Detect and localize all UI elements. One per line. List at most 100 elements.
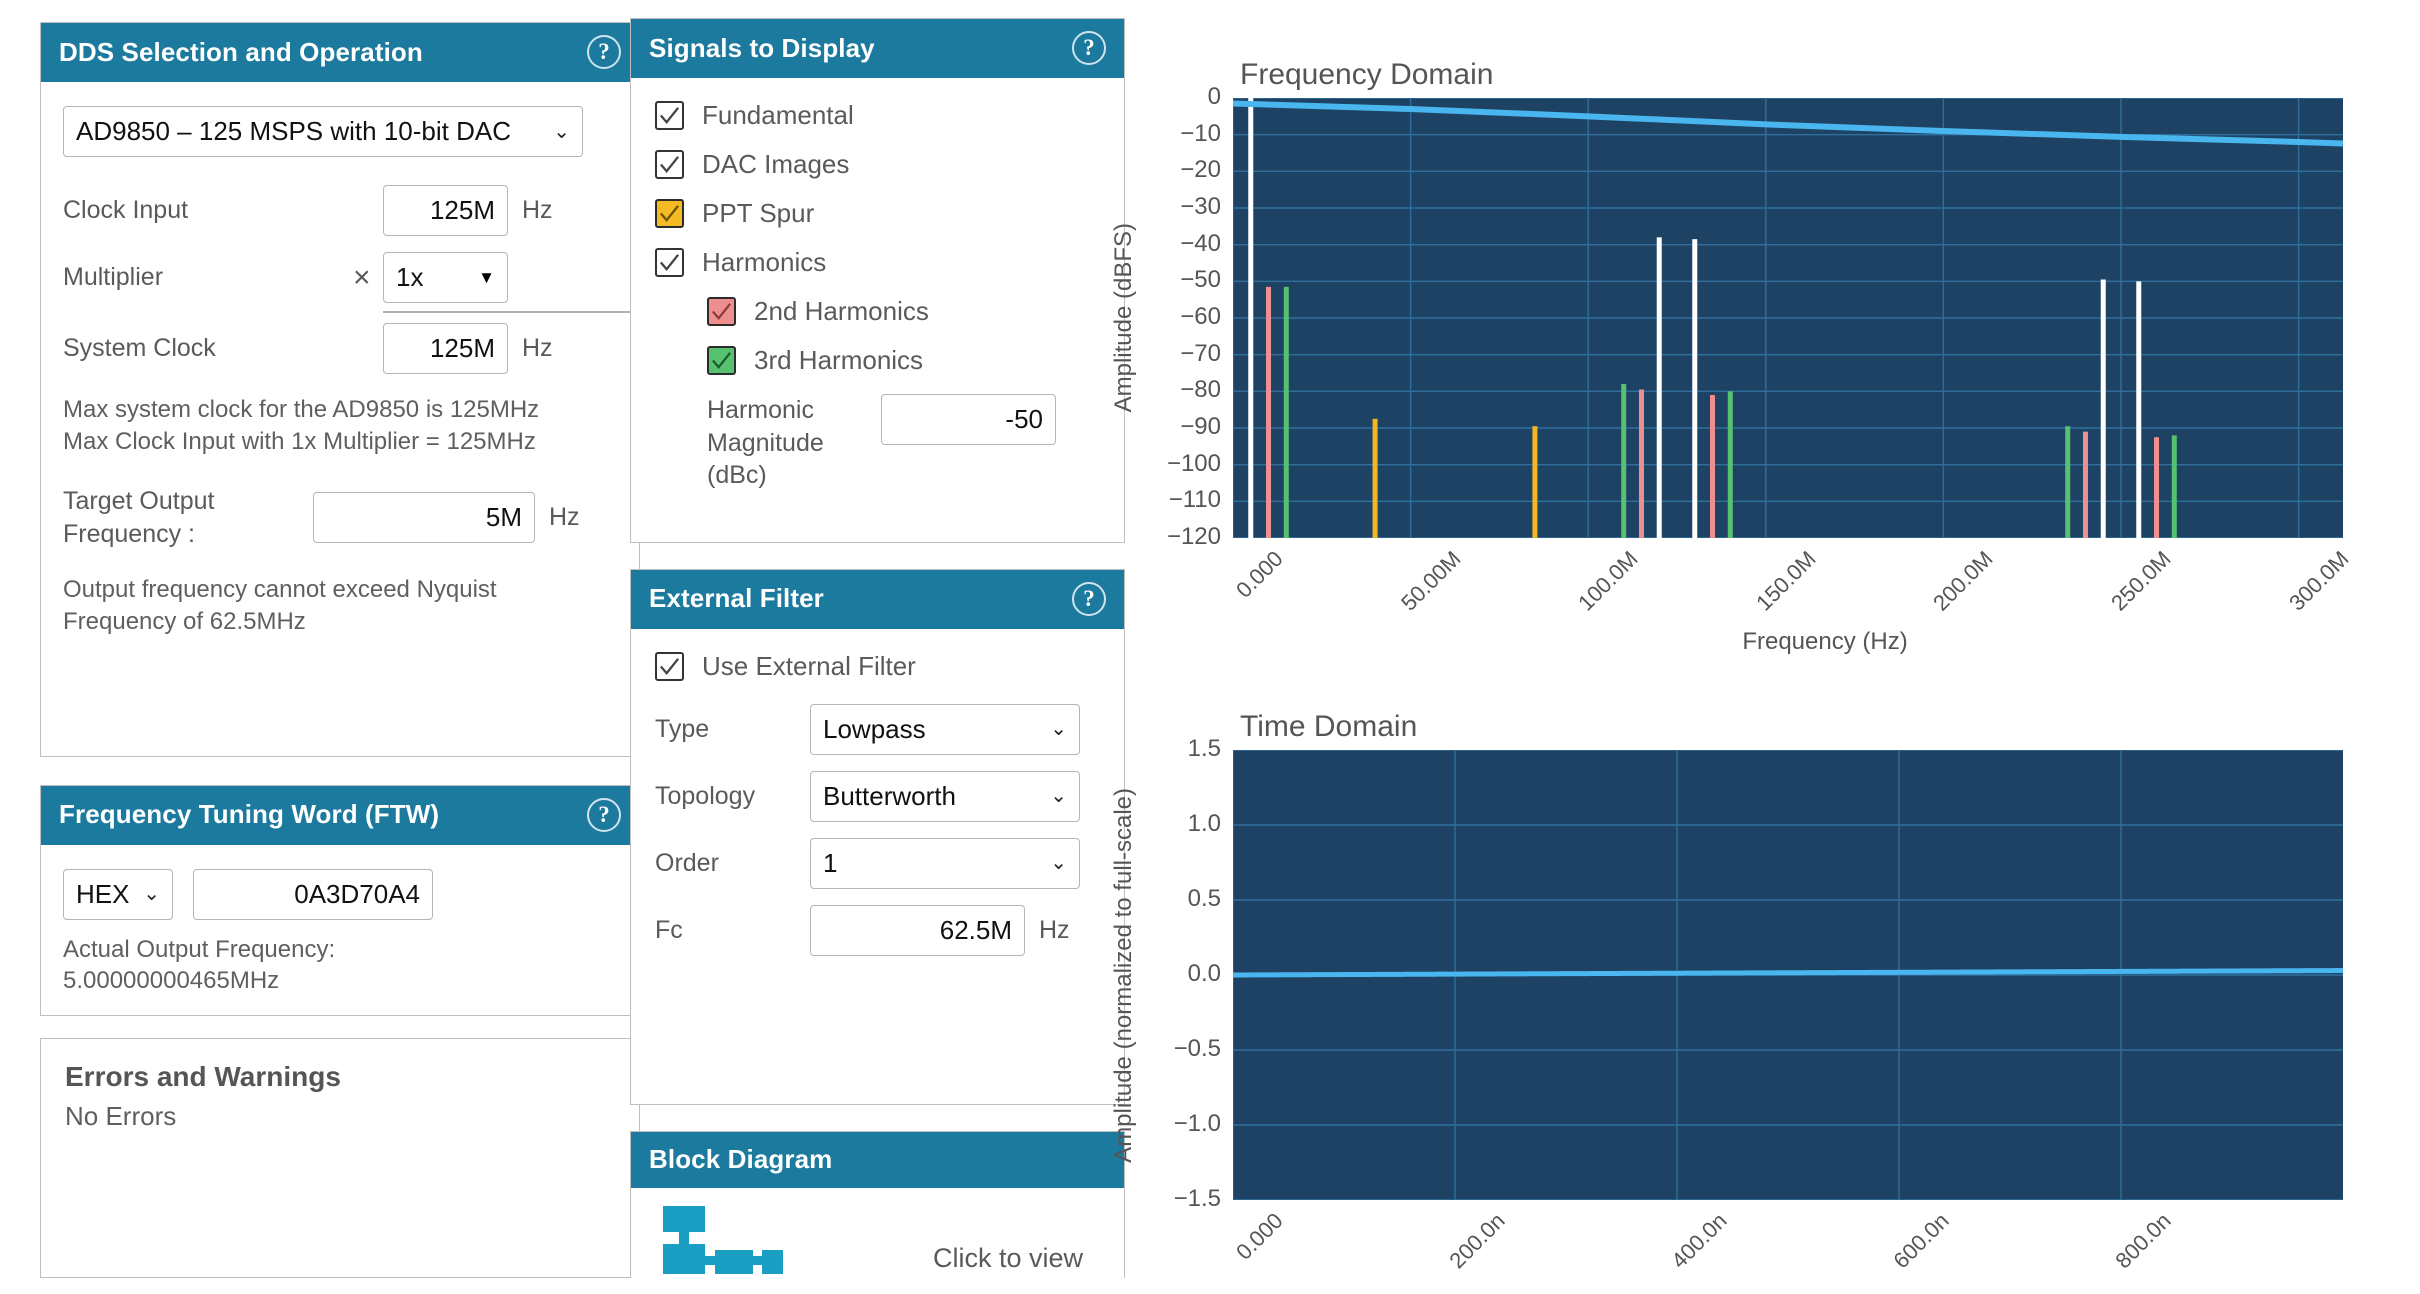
checkbox-3rd-harmonics[interactable]: [707, 346, 736, 375]
plots-column: Frequency Domain Amplitude (dBFS) 0 −10 −2…: [1100, 0, 2420, 1294]
multiplier-value: 1x: [396, 262, 424, 292]
time-domain-chart: Time Domain Amplitude (normalized to ful…: [1110, 710, 2380, 1280]
signal-item-ppt-spur[interactable]: PPT Spur: [655, 198, 1102, 229]
max-clock-input-note: Max Clock Input with 1x Multiplier = 125…: [63, 427, 536, 455]
ftw-panel-title: Frequency Tuning Word (FTW): [59, 799, 440, 830]
filter-topology-select[interactable]: Butterworth ⌄: [810, 770, 1080, 822]
ftw-radix-select[interactable]: HEX ⌄: [63, 868, 173, 920]
checkbox-use-external-filter[interactable]: [655, 651, 684, 681]
spectral-line: [1656, 237, 1662, 538]
checkbox-ppt-spur[interactable]: [655, 199, 684, 228]
frequency-domain-xticks: 0.000 50.00M 100.0M 150.0M 200.0M 250.0M 300.0…: [1231, 538, 2380, 628]
spectral-line: [1248, 98, 1254, 538]
signal-item-2nd-harmonics[interactable]: 2nd Harmonics: [707, 296, 1102, 327]
y-tick-label: −80: [1180, 376, 1221, 404]
signals-panel: Signals to Display ? Fundamental DAC Ima…: [630, 18, 1125, 543]
signal-label-harmonics: Harmonics: [702, 247, 827, 277]
filter-topology-row: Topology Butterworth ⌄: [655, 770, 1102, 822]
system-clock-field[interactable]: 125M: [383, 323, 508, 374]
multiplier-label: Multiplier: [63, 263, 164, 291]
time-domain-plot-area: [1233, 750, 2343, 1200]
y-tick-label: −1.5: [1173, 1185, 1221, 1212]
clock-input-field[interactable]: 125M: [383, 185, 508, 236]
dds-panel-title: DDS Selection and Operation: [59, 36, 423, 67]
device-select[interactable]: AD9850 – 125 MSPS with 10-bit DAC ⌄: [63, 106, 583, 157]
clock-input-unit: Hz: [522, 196, 553, 224]
harmonic-magnitude-field[interactable]: -50: [881, 394, 1056, 445]
y-tick-label: −20: [1180, 156, 1221, 184]
y-tick-label: −1.0: [1173, 1110, 1221, 1137]
spectral-line: [2154, 437, 2160, 538]
nyquist-note: Output frequency cannot exceed Nyquist F…: [63, 576, 497, 636]
external-filter-panel: External Filter ? Use External Filter Ty…: [630, 568, 1125, 1105]
harmonic-magnitude-row: Harmonic Magnitude (dBc) -50: [707, 394, 1102, 492]
spectral-line: [1638, 389, 1644, 538]
y-tick-label: 1.5: [1187, 735, 1221, 762]
errors-message: No Errors: [65, 1101, 177, 1132]
ftw-panel-header: Frequency Tuning Word (FTW) ?: [41, 785, 639, 845]
spectral-line: [1727, 391, 1733, 538]
checkbox-2nd-harmonics[interactable]: [707, 297, 736, 326]
chevron-down-icon: ⌄: [1050, 852, 1067, 874]
spectral-line: [1372, 418, 1378, 538]
x-tick-label: 0.000: [1231, 546, 1288, 603]
errors-panel: Errors and Warnings No Errors: [40, 1038, 640, 1279]
filter-order-value: 1: [823, 847, 838, 878]
spectral-line: [1710, 395, 1716, 538]
time-domain-ylabel: Amplitude (normalized to full-scale): [1110, 787, 1137, 1163]
signals-panel-header: Signals to Display ?: [631, 19, 1124, 78]
signal-item-fundamental[interactable]: Fundamental: [655, 100, 1102, 131]
actual-frequency-value: 5.00000000465MHz: [63, 967, 280, 995]
signal-label-2nd-harmonics: 2nd Harmonics: [754, 296, 929, 326]
y-tick-label: −30: [1180, 193, 1221, 220]
signal-item-3rd-harmonics[interactable]: 3rd Harmonics: [707, 345, 1102, 376]
signal-label-ppt-spur: PPT Spur: [702, 198, 815, 228]
time-domain-yticks: 1.5 1.0 0.5 0.0 −0.5 −1.0 −1.5: [1138, 735, 1233, 1212]
filter-fc-unit: Hz: [1039, 915, 1070, 944]
chevron-down-icon: ⌄: [1050, 785, 1067, 807]
block-diagram-title: Block Diagram: [649, 1143, 833, 1174]
frequency-domain-yticks: 0 −10 −20 −30 −40 −50 −60 −70 −80 −90 −100 −110 −120: [1138, 83, 1233, 550]
chevron-down-icon: ⌄: [553, 120, 570, 143]
filter-order-row: Order 1 ⌄: [655, 837, 1102, 889]
target-frequency-field[interactable]: 5M: [313, 492, 535, 544]
multiply-symbol-icon: ×: [353, 260, 371, 294]
checkbox-dac-images[interactable]: [655, 150, 684, 179]
filter-type-select[interactable]: Lowpass ⌄: [810, 703, 1080, 755]
ftw-radix-value: HEX: [76, 878, 130, 909]
filter-type-row: Type Lowpass ⌄: [655, 703, 1102, 755]
filter-fc-field[interactable]: 62.5M: [810, 904, 1025, 956]
spectral-line: [2136, 281, 2142, 538]
y-tick-label: 0.0: [1187, 960, 1221, 987]
checkbox-fundamental[interactable]: [655, 101, 684, 130]
y-tick-label: −60: [1180, 303, 1221, 330]
frequency-domain-title: Frequency Domain: [1240, 58, 1494, 91]
signal-item-dac-images[interactable]: DAC Images: [655, 149, 1102, 180]
clock-input-row: Clock Input 125M Hz: [63, 185, 617, 236]
system-clock-unit: Hz: [522, 334, 553, 362]
use-external-filter-row[interactable]: Use External Filter: [655, 651, 1102, 682]
block-diagram-header: Block Diagram: [631, 1131, 1124, 1188]
block-diagram-panel[interactable]: Block Diagram Click to view: [630, 1130, 1125, 1278]
dds-panel-header: DDS Selection and Operation ?: [41, 23, 639, 82]
ftw-value-field[interactable]: 0A3D70A4: [193, 868, 433, 920]
filter-order-select[interactable]: 1 ⌄: [810, 837, 1080, 889]
x-tick-label: 100.0M: [1573, 546, 1643, 616]
checkbox-harmonics[interactable]: [655, 248, 684, 277]
target-frequency-unit: Hz: [549, 503, 580, 532]
y-tick-label: 1.0: [1187, 810, 1221, 837]
filter-fc-label: Fc: [655, 915, 683, 944]
y-tick-label: −70: [1180, 339, 1221, 367]
spectral-line: [1283, 286, 1289, 538]
use-external-filter-label: Use External Filter: [702, 650, 916, 681]
actual-frequency-label: Actual Output Frequency:: [63, 935, 336, 963]
frequency-domain-xlabel: Frequency (Hz): [1742, 628, 1908, 655]
block-diagram-click-label[interactable]: Click to view: [933, 1243, 1083, 1278]
x-tick-label: 250.0M: [2106, 546, 2176, 616]
frequency-domain-plot-area: [1233, 98, 2343, 538]
multiplier-select[interactable]: 1x ▼: [383, 252, 508, 303]
external-filter-title: External Filter: [649, 583, 824, 613]
signal-item-harmonics[interactable]: Harmonics: [655, 247, 1102, 278]
y-tick-label: −0.5: [1173, 1035, 1221, 1062]
signal-label-fundamental: Fundamental: [702, 100, 854, 130]
